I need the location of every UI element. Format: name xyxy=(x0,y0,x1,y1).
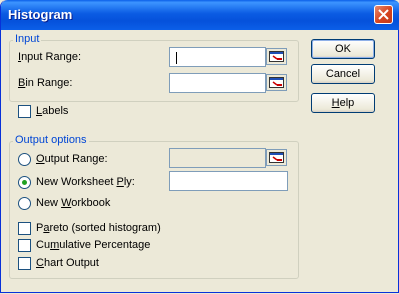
bin-range-collapse-button[interactable] xyxy=(266,74,287,91)
input-range-field[interactable] xyxy=(169,47,266,67)
chart-output-checkbox[interactable] xyxy=(18,257,31,270)
output-options-legend: Output options xyxy=(13,134,89,146)
output-range-collapse-button[interactable] xyxy=(266,149,287,166)
output-range-field[interactable] xyxy=(169,148,266,168)
ok-button[interactable]: OK xyxy=(311,39,375,59)
new-worksheet-label[interactable]: New Worksheet Ply: xyxy=(36,176,135,188)
new-workbook-radio[interactable] xyxy=(18,197,31,210)
text-caret xyxy=(176,52,177,64)
collapse-dialog-icon xyxy=(269,152,284,163)
cumulative-percentage-label[interactable]: Cumulative Percentage xyxy=(36,239,150,251)
new-worksheet-name-field[interactable] xyxy=(169,171,288,191)
pareto-label[interactable]: Pareto (sorted histogram) xyxy=(36,222,161,234)
new-workbook-label[interactable]: New Workbook xyxy=(36,197,110,209)
pareto-checkbox[interactable] xyxy=(18,222,31,235)
input-range-label: Input Range: xyxy=(18,51,81,63)
collapse-dialog-icon xyxy=(269,51,284,62)
close-icon xyxy=(378,9,389,20)
window-title: Histogram xyxy=(8,7,73,22)
bin-range-field[interactable] xyxy=(169,73,266,93)
labels-checkbox[interactable] xyxy=(18,105,31,118)
labels-checkbox-label[interactable]: Labels xyxy=(36,105,68,117)
chart-output-label[interactable]: Chart Output xyxy=(36,257,99,269)
input-group-legend: Input xyxy=(13,33,42,45)
new-worksheet-radio[interactable] xyxy=(18,176,31,189)
help-button[interactable]: Help xyxy=(311,93,375,113)
cumulative-percentage-checkbox[interactable] xyxy=(18,239,31,252)
histogram-dialog: Histogram Input Input Range: Bin Range: xyxy=(0,0,399,293)
output-range-label[interactable]: Output Range: xyxy=(36,153,108,165)
collapse-dialog-icon xyxy=(269,77,284,88)
close-button[interactable] xyxy=(374,5,393,24)
cancel-button[interactable]: Cancel xyxy=(311,64,375,84)
bin-range-label: Bin Range: xyxy=(18,77,73,89)
title-bar[interactable]: Histogram xyxy=(1,0,399,30)
output-range-radio[interactable] xyxy=(18,153,31,166)
input-range-collapse-button[interactable] xyxy=(266,48,287,65)
